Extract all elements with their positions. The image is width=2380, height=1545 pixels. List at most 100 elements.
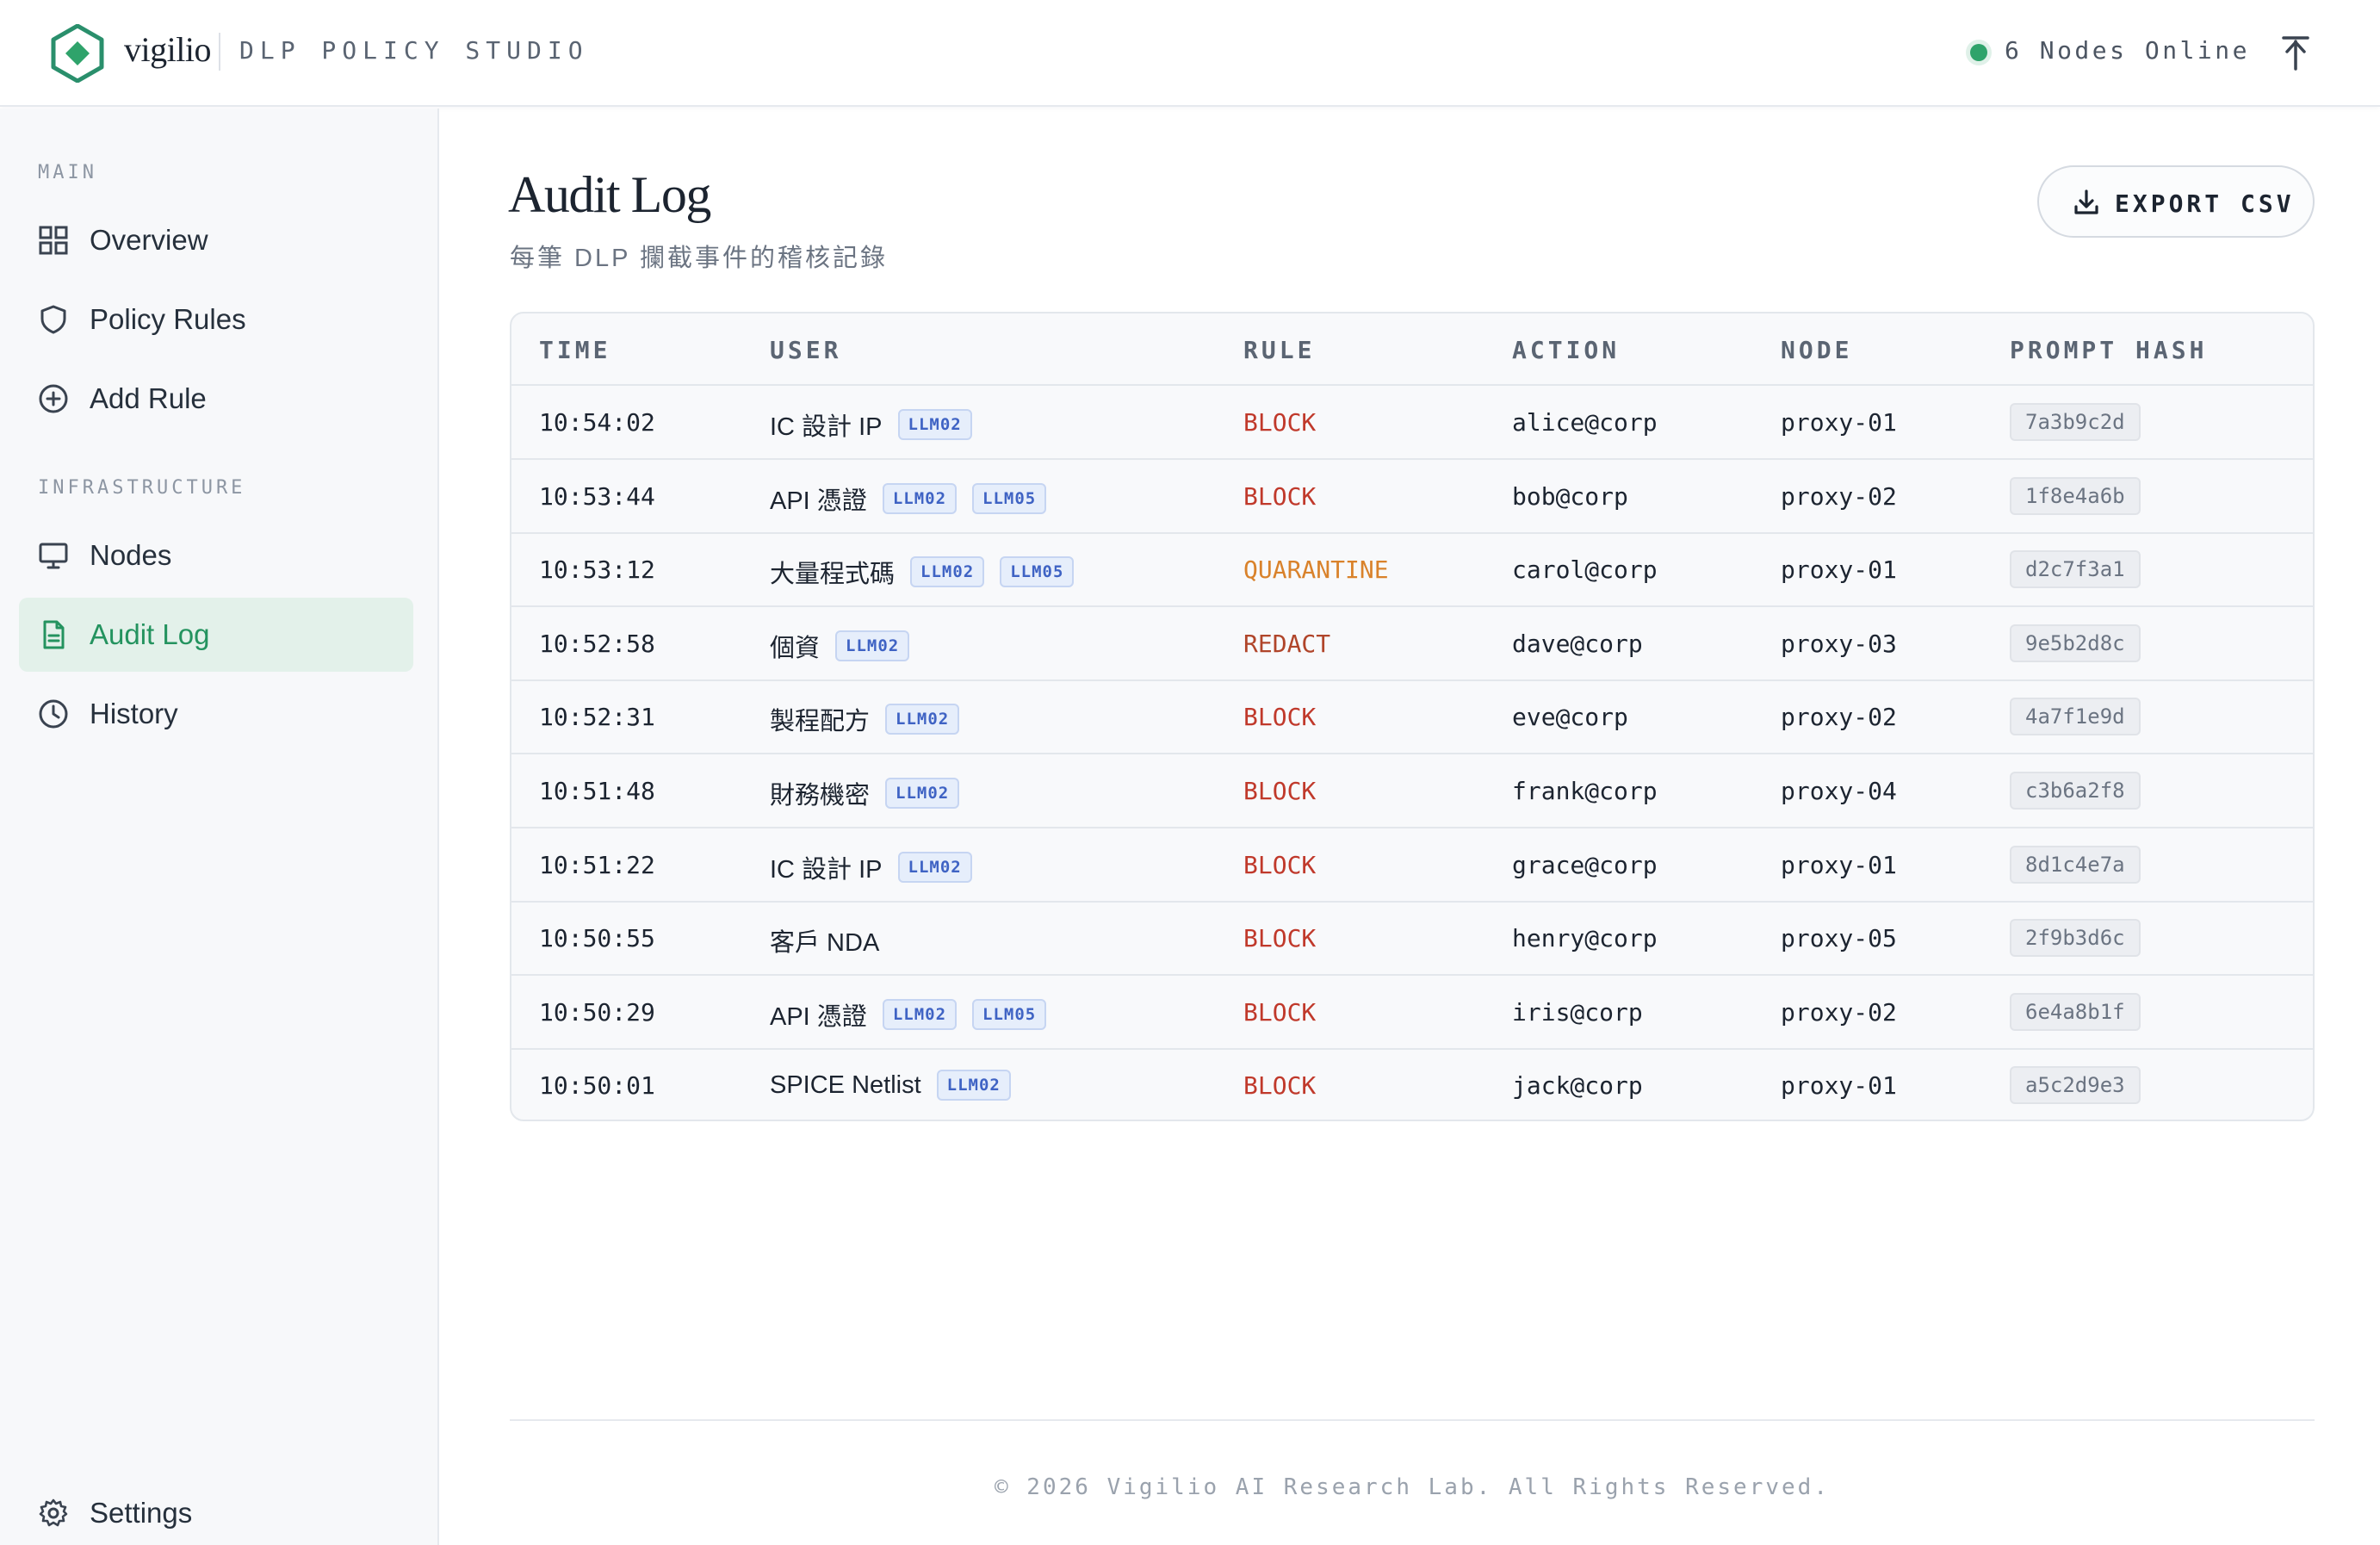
column-header-node[interactable]: NODE [1781,336,1852,364]
export-csv-button[interactable]: EXPORT CSV [2037,165,2315,238]
llm-tag-badge: LLM02 [885,704,960,735]
cell-prompt-hash[interactable]: d2c7f3a1 [2010,550,2141,589]
cell-prompt-hash[interactable]: 6e4a8b1f [2010,992,2141,1031]
table-row[interactable]: 10:54:02 IC 設計 IP LLM02 BLOCK alice@corp prox… [511,386,2313,460]
sidebar-section-infrastructure: INFRASTRUCTURE [38,477,246,499]
column-header-rule[interactable]: RULE [1243,336,1315,364]
sidebar-item-overview[interactable]: Overview [19,203,413,277]
cell-user: 製程配方 LLM02 [770,701,960,737]
cell-user: SPICE Netlist LLM02 [770,1070,1011,1101]
top-bar: vigilio DLP POLICY STUDIO 6 Nodes Online [0,0,2380,107]
sidebar-section-main: MAIN [38,162,97,183]
llm-tag-badge: LLM05 [972,482,1047,514]
user-label: 財務機密 [770,782,871,810]
shield-icon [40,305,66,334]
cell-prompt-hash[interactable]: a5c2d9e3 [2010,1066,2141,1105]
cell-time: 10:54:02 [539,408,655,437]
sidebar-item-label: Audit Log [90,618,210,650]
llm-tag-badge: LLM02 [882,998,958,1030]
brand-name[interactable]: vigilio [124,29,211,70]
sidebar-item-label: Nodes [90,539,172,571]
sidebar: MAIN Overview Policy Rules Add Rule INFR… [0,109,439,1545]
table-row[interactable]: 10:50:29 API 憑證 LLM02 LLM05 BLOCK iris@corp pr… [511,976,2313,1050]
cell-action: iris@corp [1512,997,1643,1027]
footer-divider [510,1419,2315,1421]
cell-prompt-hash[interactable]: 9e5b2d8c [2010,624,2141,662]
cell-rule: BLOCK [1243,850,1317,879]
cell-node: proxy-01 [1781,1071,1897,1101]
cell-node: proxy-01 [1781,850,1897,879]
cell-action: carol@corp [1512,555,1658,585]
table-row[interactable]: 10:50:55 客戶 NDA BLOCK henry@corp proxy-05 2f9… [511,902,2313,977]
llm-tag-badge: LLM05 [972,998,1047,1030]
user-label: IC 設計 IP [770,413,883,441]
page-title: Audit Log [508,166,711,223]
cell-user: 個資 LLM02 [770,628,910,664]
cell-time: 10:53:44 [539,481,655,511]
cell-time: 10:50:01 [539,1071,655,1101]
plus-circle-icon [39,384,68,413]
table-row[interactable]: 10:50:01 SPICE Netlist LLM02 BLOCK jack@corp… [511,1049,2313,1120]
cell-user: 大量程式碼 LLM02 LLM05 [770,554,1075,590]
column-header-user[interactable]: USER [770,336,841,364]
column-header-prompt-hash[interactable]: PROMPT HASH [2010,336,2207,364]
table-row[interactable]: 10:51:48 財務機密 LLM02 BLOCK frank@corp proxy-04… [511,754,2313,828]
vigilio-logo-icon[interactable] [48,24,107,83]
cell-action: dave@corp [1512,629,1643,658]
table-row[interactable]: 10:51:22 IC 設計 IP LLM02 BLOCK grace@corp prox… [511,828,2313,903]
cell-node: proxy-04 [1781,777,1897,805]
sidebar-item-audit-log[interactable]: Audit Log [19,598,413,672]
llm-tag-badge: LLM02 [897,851,972,883]
sidebar-item-policy-rules[interactable]: Policy Rules [19,282,413,357]
llm-tag-badge: LLM02 [885,778,960,809]
cell-action: grace@corp [1512,850,1658,879]
cell-user: 財務機密 LLM02 [770,775,960,811]
user-label: IC 設計 IP [770,855,883,884]
download-icon [2074,189,2098,214]
cell-rule: BLOCK [1243,997,1317,1027]
sort-arrows-icon[interactable] [2278,34,2313,72]
column-header-action[interactable]: ACTION [1512,336,1620,364]
sidebar-item-label: Overview [90,224,208,256]
sidebar-item-add-rule[interactable]: Add Rule [19,362,413,436]
table-row[interactable]: 10:53:44 API 憑證 LLM02 LLM05 BLOCK bob@corp pro… [511,460,2313,534]
cell-user: IC 設計 IP LLM02 [770,849,972,885]
cell-rule: BLOCK [1243,481,1317,511]
cell-node: proxy-01 [1781,408,1897,437]
llm-tag-badge: LLM05 [1000,556,1075,588]
cell-rule: REDACT [1243,629,1331,658]
sidebar-item-nodes[interactable]: Nodes [19,518,413,593]
cell-node: proxy-05 [1781,924,1897,953]
user-label: 大量程式碼 [770,561,896,589]
sidebar-item-label: Settings [90,1497,193,1529]
grid-icon [39,226,68,255]
cell-user: 客戶 NDA [770,922,879,959]
cell-user: API 憑證 LLM02 LLM05 [770,481,1047,517]
user-label: 製程配方 [770,708,871,736]
cell-prompt-hash[interactable]: c3b6a2f8 [2010,772,2141,810]
cell-user: IC 設計 IP LLM02 [770,406,972,443]
cell-prompt-hash[interactable]: 8d1c4e7a [2010,845,2141,884]
cell-rule: BLOCK [1243,703,1317,732]
cell-rule: BLOCK [1243,408,1317,437]
cell-prompt-hash[interactable]: 1f8e4a6b [2010,476,2141,515]
cell-prompt-hash[interactable]: 7a3b9c2d [2010,403,2141,441]
cell-node: proxy-02 [1781,481,1897,511]
cell-action: henry@corp [1512,924,1658,953]
cell-action: eve@corp [1512,703,1628,732]
cell-action: bob@corp [1512,481,1628,511]
cell-time: 10:52:58 [539,629,655,658]
table-row[interactable]: 10:53:12 大量程式碼 LLM02 LLM05 QUARANTINE carol@c… [511,533,2313,608]
sidebar-item-settings[interactable]: Settings [19,1476,413,1545]
column-header-time[interactable]: TIME [539,336,610,364]
cell-prompt-hash[interactable]: 4a7f1e9d [2010,698,2141,736]
sidebar-item-label: History [90,698,178,729]
monitor-icon [39,543,68,569]
cell-prompt-hash[interactable]: 2f9b3d6c [2010,919,2141,958]
table-row[interactable]: 10:52:31 製程配方 LLM02 BLOCK eve@corp proxy-02 4a… [511,680,2313,755]
sidebar-item-history[interactable]: History [19,677,413,751]
cell-action: alice@corp [1512,408,1658,437]
table-row[interactable]: 10:52:58 個資 LLM02 REDACT dave@corp proxy-03 9e… [511,607,2313,681]
llm-tag-badge: LLM02 [882,482,958,514]
cell-rule: QUARANTINE [1243,555,1389,585]
